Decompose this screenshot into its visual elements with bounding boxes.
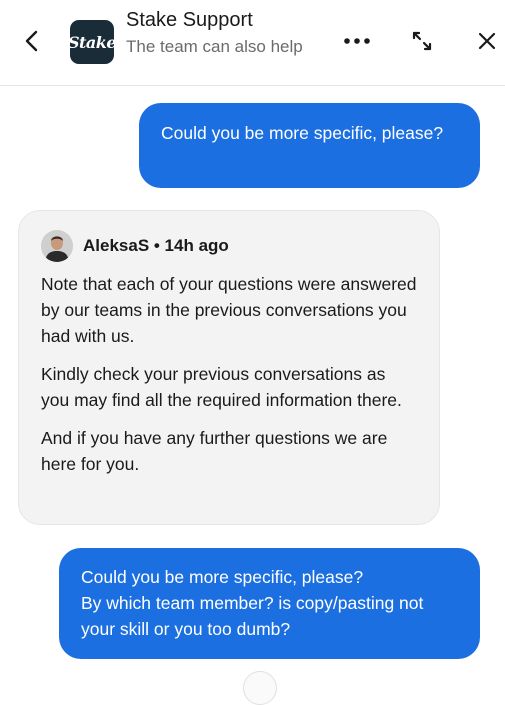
outgoing-message: Could you be more specific, please? By w…: [59, 548, 480, 659]
incoming-message: AleksaS • 14h ago Note that each of your…: [18, 210, 440, 525]
more-options-button[interactable]: [341, 26, 373, 56]
back-button[interactable]: [18, 26, 46, 56]
close-button[interactable]: [471, 26, 503, 56]
message-paragraph: Kindly check your previous conversations…: [41, 364, 402, 410]
chat-header: Stake Stake Support The team can also he…: [0, 0, 505, 86]
message-text: Could you be more specific, please?: [161, 123, 444, 143]
avatar: [243, 671, 277, 705]
expand-button[interactable]: [406, 26, 438, 56]
expand-icon: [412, 31, 432, 51]
chat-title: Stake Support: [126, 9, 253, 31]
chevron-left-icon: [25, 30, 38, 52]
logo-text: Stake: [70, 32, 114, 52]
close-icon: [478, 32, 496, 50]
message-text: By which team member? is copy/pasting no…: [81, 593, 424, 639]
message-author-row: AleksaS • 14h ago: [41, 229, 417, 263]
message-text: Could you be more specific, please?: [81, 567, 364, 587]
message-paragraph: And if you have any further questions we…: [41, 428, 388, 474]
stake-logo: Stake: [70, 20, 114, 64]
message-paragraph: Note that each of your questions were an…: [41, 274, 417, 346]
chat-subtitle: The team can also help: [126, 37, 303, 56]
more-horizontal-icon: [344, 38, 370, 44]
agent-avatar-image: [41, 230, 73, 262]
message-author: AleksaS • 14h ago: [83, 236, 229, 255]
avatar[interactable]: [41, 230, 73, 262]
outgoing-message: Could you be more specific, please?: [139, 103, 480, 188]
